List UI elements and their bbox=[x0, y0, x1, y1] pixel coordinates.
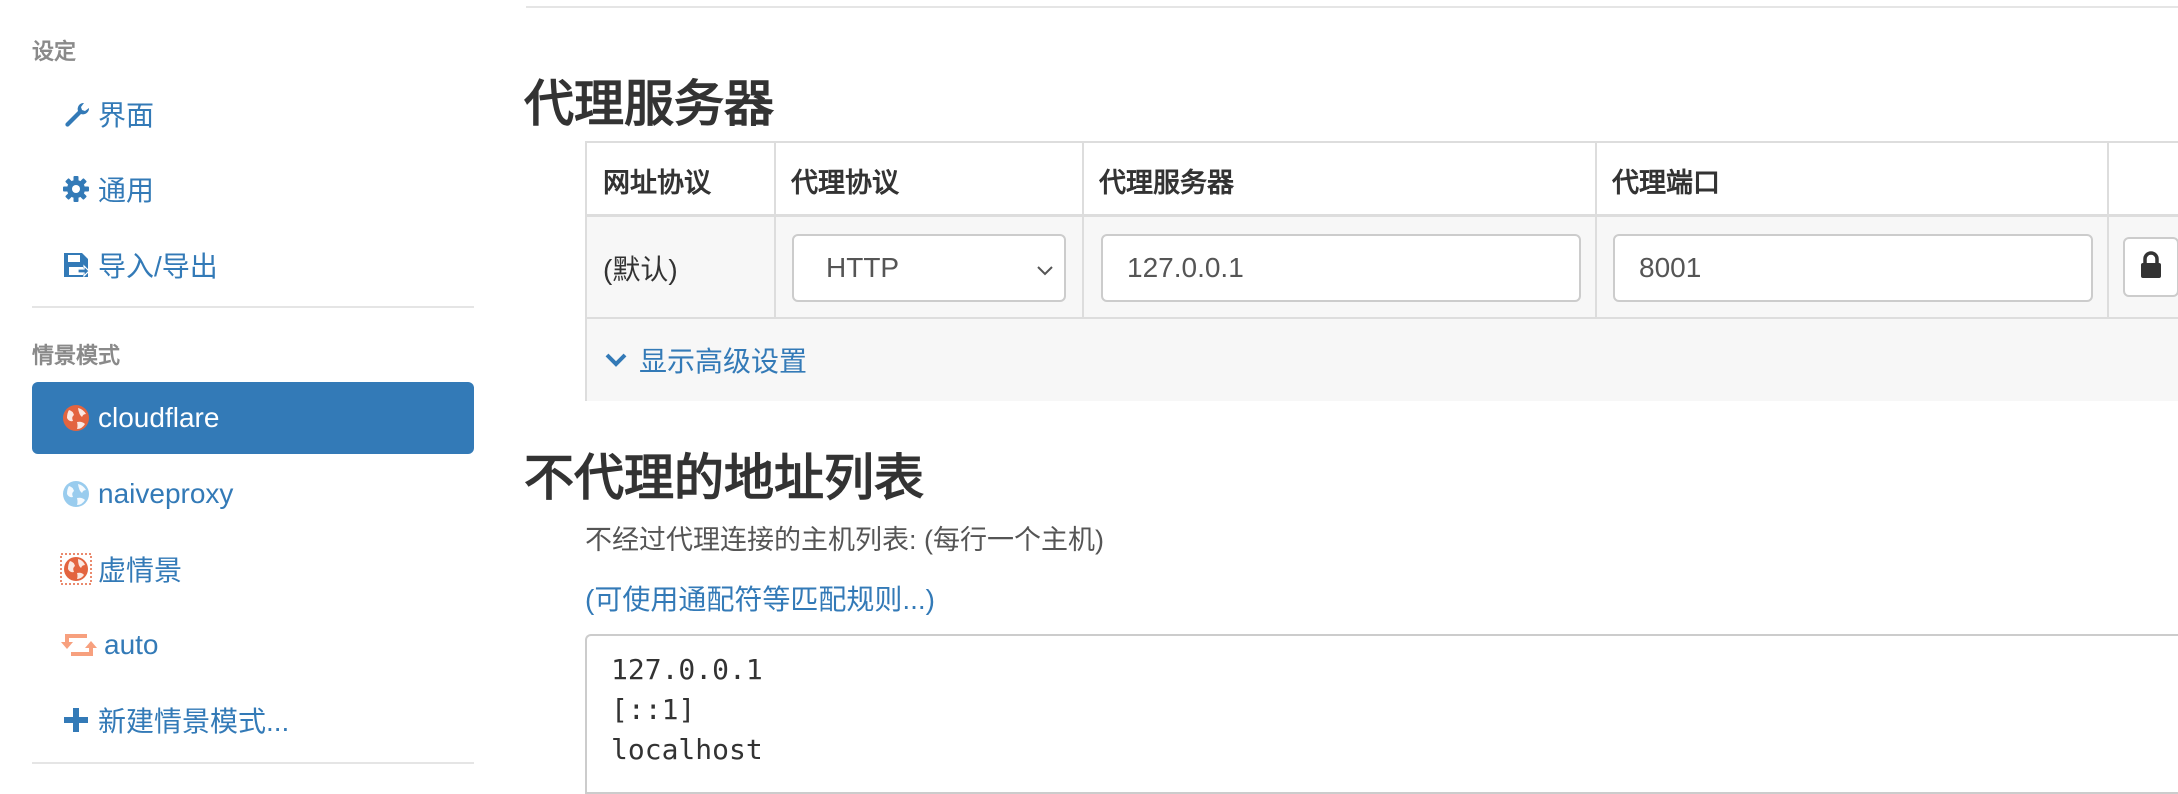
bypass-help-text: 不经过代理连接的主机列表: (每行一个主机) bbox=[585, 525, 1104, 555]
bypass-list-line: [::1] bbox=[611, 693, 696, 726]
sidebar-item-label: naiveproxy bbox=[98, 478, 234, 509]
column-header-port: 代理端口 bbox=[1612, 167, 1720, 198]
sidebar-item-interface[interactable]: 界面 bbox=[32, 78, 474, 150]
column-divider bbox=[2107, 143, 2109, 319]
chevron-down-icon bbox=[605, 352, 627, 368]
settings-section-header: 设定 bbox=[32, 39, 77, 64]
sidebar-item-label: auto bbox=[104, 629, 159, 660]
globe-icon bbox=[60, 478, 92, 510]
show-advanced-settings-label: 显示高级设置 bbox=[639, 346, 808, 377]
column-header-scheme: 网址协议 bbox=[603, 167, 711, 198]
sidebar-item-import-export[interactable]: 导入/导出 bbox=[32, 229, 474, 301]
proxy-servers-title: 代理服务器 bbox=[524, 76, 774, 132]
gear-icon bbox=[60, 173, 92, 205]
sidebar-divider bbox=[32, 306, 474, 308]
bypass-list-textarea[interactable]: 127.0.0.1 [::1] localhost bbox=[585, 634, 2178, 794]
show-advanced-settings-link[interactable]: 显示高级设置 bbox=[587, 319, 2178, 401]
protocol-select[interactable]: HTTP bbox=[792, 234, 1066, 302]
column-header-server: 代理服务器 bbox=[1099, 167, 1234, 198]
table-header-row: 网址协议 代理协议 代理服务器 代理端口 bbox=[587, 143, 2178, 217]
sidebar-item-cloudflare[interactable]: cloudflare bbox=[32, 382, 474, 454]
lock-icon bbox=[2139, 250, 2163, 284]
wildcard-rules-link[interactable]: (可使用通配符等匹配规则...) bbox=[585, 578, 935, 618]
column-divider bbox=[774, 143, 776, 319]
bypass-list-line: localhost bbox=[611, 733, 763, 766]
sidebar-item-general[interactable]: 通用 bbox=[32, 153, 474, 225]
wrench-icon bbox=[60, 98, 92, 130]
proxy-port-input[interactable]: 8001 bbox=[1613, 234, 2093, 302]
auth-lock-button[interactable] bbox=[2123, 237, 2178, 297]
proxy-port-value: 8001 bbox=[1639, 252, 1702, 283]
sidebar: 设定 界面 通用 导入/导出 情景模式 cloudflare naiveprox… bbox=[32, 0, 474, 778]
scheme-default-label: (默认) bbox=[603, 254, 678, 285]
column-divider bbox=[1082, 143, 1084, 319]
sidebar-item-label: cloudflare bbox=[98, 402, 220, 433]
globe-icon bbox=[60, 402, 92, 434]
profiles-section-header: 情景模式 bbox=[32, 343, 121, 368]
floppy-disk-icon bbox=[60, 249, 92, 281]
protocol-select-value: HTTP bbox=[826, 252, 900, 283]
sidebar-item-label: 导入/导出 bbox=[98, 251, 218, 282]
chevron-down-icon bbox=[1036, 252, 1054, 284]
table-row: (默认) HTTP 127.0.0.1 8001 bbox=[587, 217, 2178, 319]
bypass-list-title: 不代理的地址列表 bbox=[524, 450, 924, 506]
proxy-servers-table: 网址协议 代理协议 代理服务器 代理端口 (默认) HTTP 127.0.0.1… bbox=[585, 141, 2178, 401]
retweet-icon bbox=[60, 629, 98, 661]
new-profile-button[interactable]: 新建情景模式... bbox=[32, 684, 474, 756]
column-header-protocol: 代理协议 bbox=[791, 167, 899, 198]
proxy-server-value: 127.0.0.1 bbox=[1127, 252, 1244, 283]
plus-icon bbox=[60, 704, 92, 736]
sidebar-item-virtual-profile[interactable]: 虚情景 bbox=[32, 533, 474, 605]
new-profile-label: 新建情景模式... bbox=[98, 706, 290, 737]
sidebar-item-label: 界面 bbox=[98, 100, 155, 131]
virtual-globe-icon bbox=[60, 553, 92, 585]
bypass-list-line: 127.0.0.1 bbox=[611, 653, 763, 686]
sidebar-item-label: 虚情景 bbox=[98, 555, 183, 586]
proxy-server-input[interactable]: 127.0.0.1 bbox=[1101, 234, 1581, 302]
sidebar-item-naiveproxy[interactable]: naiveproxy bbox=[32, 458, 474, 530]
sidebar-item-auto[interactable]: auto bbox=[32, 609, 474, 681]
column-divider bbox=[1595, 143, 1597, 319]
sidebar-item-label: 通用 bbox=[98, 175, 155, 206]
section-divider bbox=[526, 6, 2178, 8]
sidebar-divider bbox=[32, 762, 474, 764]
